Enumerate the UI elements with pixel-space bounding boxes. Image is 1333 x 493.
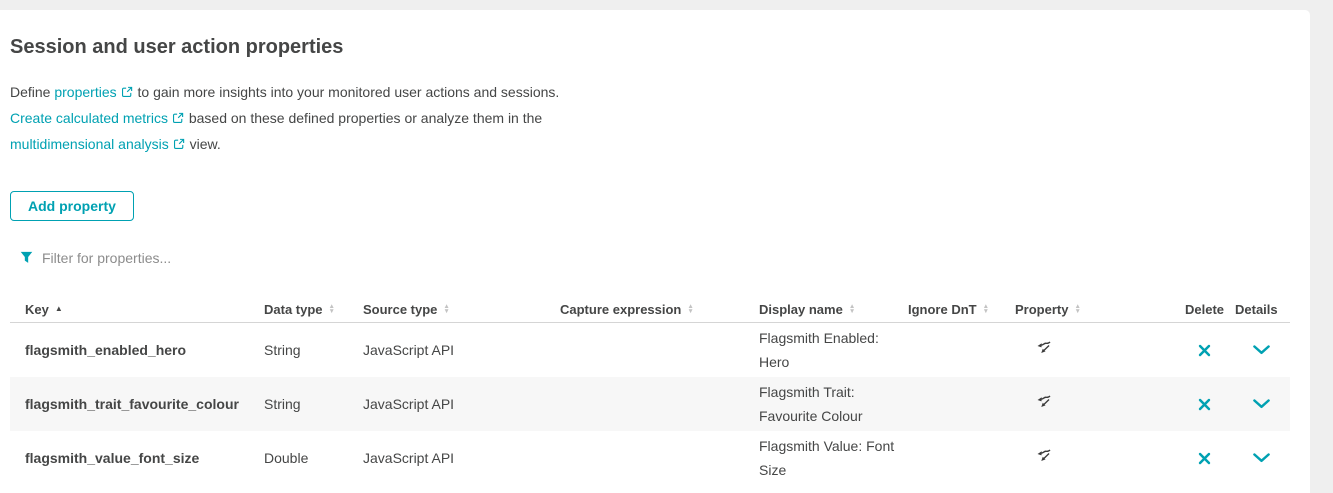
property-key: flagsmith_enabled_hero — [10, 342, 264, 358]
property-data-type: Double — [264, 450, 363, 466]
external-link-icon — [173, 133, 185, 158]
filter-placeholder-text: Filter for properties... — [42, 250, 171, 266]
column-header-capture-expression[interactable]: Capture expression ▲▼ — [560, 302, 759, 317]
delete-button[interactable] — [1198, 398, 1211, 411]
details-cell — [1235, 345, 1290, 355]
column-header-key[interactable]: Key ▲ — [10, 302, 264, 317]
sort-both-icon: ▲▼ — [329, 304, 335, 314]
column-header-data-type[interactable]: Data type ▲▼ — [264, 302, 363, 317]
sort-both-icon: ▲▼ — [983, 304, 989, 314]
column-header-display-name[interactable]: Display name ▲▼ — [759, 302, 908, 317]
sort-ascending-icon: ▲ — [55, 305, 63, 313]
delete-cell — [1185, 398, 1235, 411]
table-header-row: Key ▲ Data type ▲▼ Source type ▲▼ Captur… — [10, 296, 1290, 323]
delete-button[interactable] — [1198, 452, 1211, 465]
column-header-source-type[interactable]: Source type ▲▼ — [363, 302, 560, 317]
add-property-button[interactable]: Add property — [10, 191, 134, 221]
description-segment: Define — [10, 84, 54, 100]
property-key: flagsmith_trait_favourite_colour — [10, 396, 264, 412]
property-key: flagsmith_value_font_size — [10, 450, 264, 466]
sort-both-icon: ▲▼ — [687, 304, 693, 314]
session-and-action-property-arrows-icon — [1035, 394, 1052, 414]
property-type-cell — [1015, 394, 1185, 414]
session-and-action-property-arrows-icon — [1035, 340, 1052, 360]
delete-button[interactable] — [1198, 344, 1211, 357]
external-link-icon — [121, 81, 133, 106]
filter-funnel-icon — [20, 251, 33, 264]
create-calculated-metrics-link[interactable]: Create calculated metrics — [10, 110, 168, 126]
external-link-icon — [172, 107, 184, 132]
column-header-ignore-dnt[interactable]: Ignore DnT ▲▼ — [908, 302, 1015, 317]
property-display-name: Flagsmith Value: Font Size — [759, 431, 908, 485]
details-expand-button[interactable] — [1253, 345, 1270, 355]
table-row: flagsmith_value_font_size Double JavaScr… — [10, 431, 1290, 485]
property-source-type: JavaScript API — [363, 450, 560, 466]
sort-both-icon: ▲▼ — [443, 304, 449, 314]
sort-both-icon: ▲▼ — [1074, 304, 1080, 314]
column-header-property[interactable]: Property ▲▼ — [1015, 302, 1185, 317]
page-title: Session and user action properties — [10, 36, 1310, 59]
properties-link[interactable]: properties — [54, 84, 116, 100]
table-row: flagsmith_enabled_hero String JavaScript… — [10, 323, 1290, 377]
properties-table: Key ▲ Data type ▲▼ Source type ▲▼ Captur… — [10, 296, 1290, 485]
property-type-cell — [1015, 448, 1185, 468]
filter-properties-input[interactable]: Filter for properties... — [20, 249, 1310, 266]
details-cell — [1235, 453, 1290, 463]
details-expand-button[interactable] — [1253, 399, 1270, 409]
description-segment: based on these defined properties or ana… — [185, 110, 542, 126]
property-data-type: String — [264, 396, 363, 412]
settings-card: Session and user action properties Defin… — [0, 10, 1310, 493]
property-display-name: Flagsmith Trait: Favourite Colour — [759, 377, 908, 431]
column-header-delete: Delete — [1185, 302, 1235, 317]
details-expand-button[interactable] — [1253, 453, 1270, 463]
delete-cell — [1185, 344, 1235, 357]
details-cell — [1235, 399, 1290, 409]
property-source-type: JavaScript API — [363, 396, 560, 412]
multidimensional-analysis-link[interactable]: multidimensional analysis — [10, 136, 169, 152]
property-source-type: JavaScript API — [363, 342, 560, 358]
description-text: Define properties to gain more insights … — [10, 80, 1310, 158]
delete-cell — [1185, 452, 1235, 465]
property-type-cell — [1015, 340, 1185, 360]
description-segment: to gain more insights into your monitore… — [134, 84, 560, 100]
property-display-name: Flagsmith Enabled: Hero — [759, 323, 908, 377]
property-data-type: String — [264, 342, 363, 358]
sort-both-icon: ▲▼ — [849, 304, 855, 314]
table-row: flagsmith_trait_favourite_colour String … — [10, 377, 1290, 431]
column-header-details: Details — [1235, 302, 1290, 317]
description-segment: view. — [186, 136, 221, 152]
session-and-action-property-arrows-icon — [1035, 448, 1052, 468]
